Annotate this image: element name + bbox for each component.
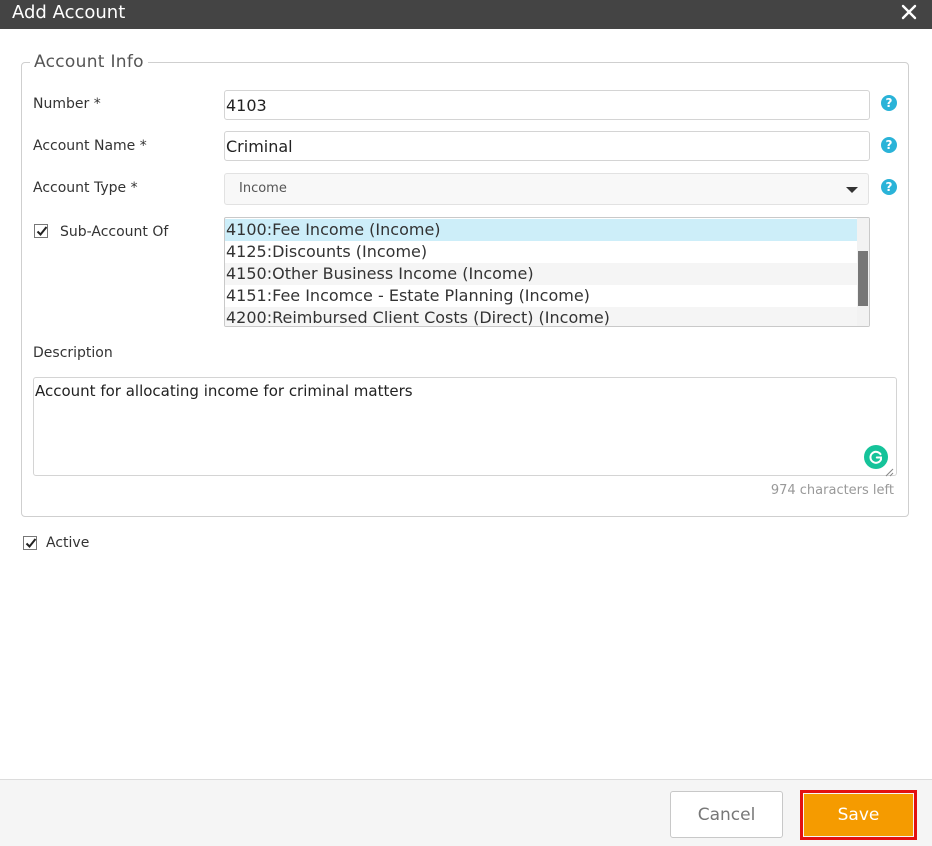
list-item[interactable]: 4100:Fee Income (Income) <box>225 219 858 241</box>
list-item[interactable]: 4151:Fee Incomce - Estate Planning (Inco… <box>225 285 858 307</box>
active-label: Active <box>46 535 90 551</box>
help-icon[interactable]: ? <box>881 137 897 153</box>
dialog-titlebar: Add Account <box>0 0 932 29</box>
characters-left: 974 characters left <box>770 483 894 498</box>
sub-account-checkbox[interactable] <box>34 224 48 238</box>
chevron-down-icon <box>846 187 858 193</box>
dialog-title: Add Account <box>12 2 126 23</box>
description-textarea[interactable]: Account for allocating income for crimin… <box>33 377 897 476</box>
number-input[interactable] <box>224 90 870 120</box>
account-type-label: Account Type * <box>33 180 138 196</box>
save-button[interactable]: Save <box>804 794 913 836</box>
checkmark-icon <box>36 226 48 236</box>
account-name-input[interactable] <box>224 131 870 161</box>
close-icon[interactable] <box>900 3 918 21</box>
number-label: Number * <box>33 96 101 112</box>
list-item[interactable]: 4200:Reimbursed Client Costs (Direct) (I… <box>225 307 858 326</box>
dialog-footer <box>0 779 932 846</box>
sub-account-listbox[interactable]: 4100:Fee Income (Income) 4125:Discounts … <box>224 217 870 327</box>
sub-account-label: Sub-Account Of <box>60 224 169 240</box>
help-icon[interactable]: ? <box>881 179 897 195</box>
list-item[interactable]: 4150:Other Business Income (Income) <box>225 263 858 285</box>
help-icon[interactable]: ? <box>881 95 897 111</box>
checkmark-icon <box>25 538 37 548</box>
section-title: Account Info <box>34 52 144 72</box>
active-checkbox[interactable] <box>23 536 37 550</box>
listbox-scrollbar-thumb[interactable] <box>858 251 868 306</box>
list-item[interactable]: 4125:Discounts (Income) <box>225 241 858 263</box>
resize-handle-icon[interactable] <box>884 462 894 477</box>
account-name-label: Account Name * <box>33 138 147 154</box>
account-type-select[interactable]: Income <box>224 173 869 205</box>
cancel-button[interactable]: Cancel <box>670 791 783 838</box>
account-type-value: Income <box>239 181 287 196</box>
description-label: Description <box>33 345 113 361</box>
